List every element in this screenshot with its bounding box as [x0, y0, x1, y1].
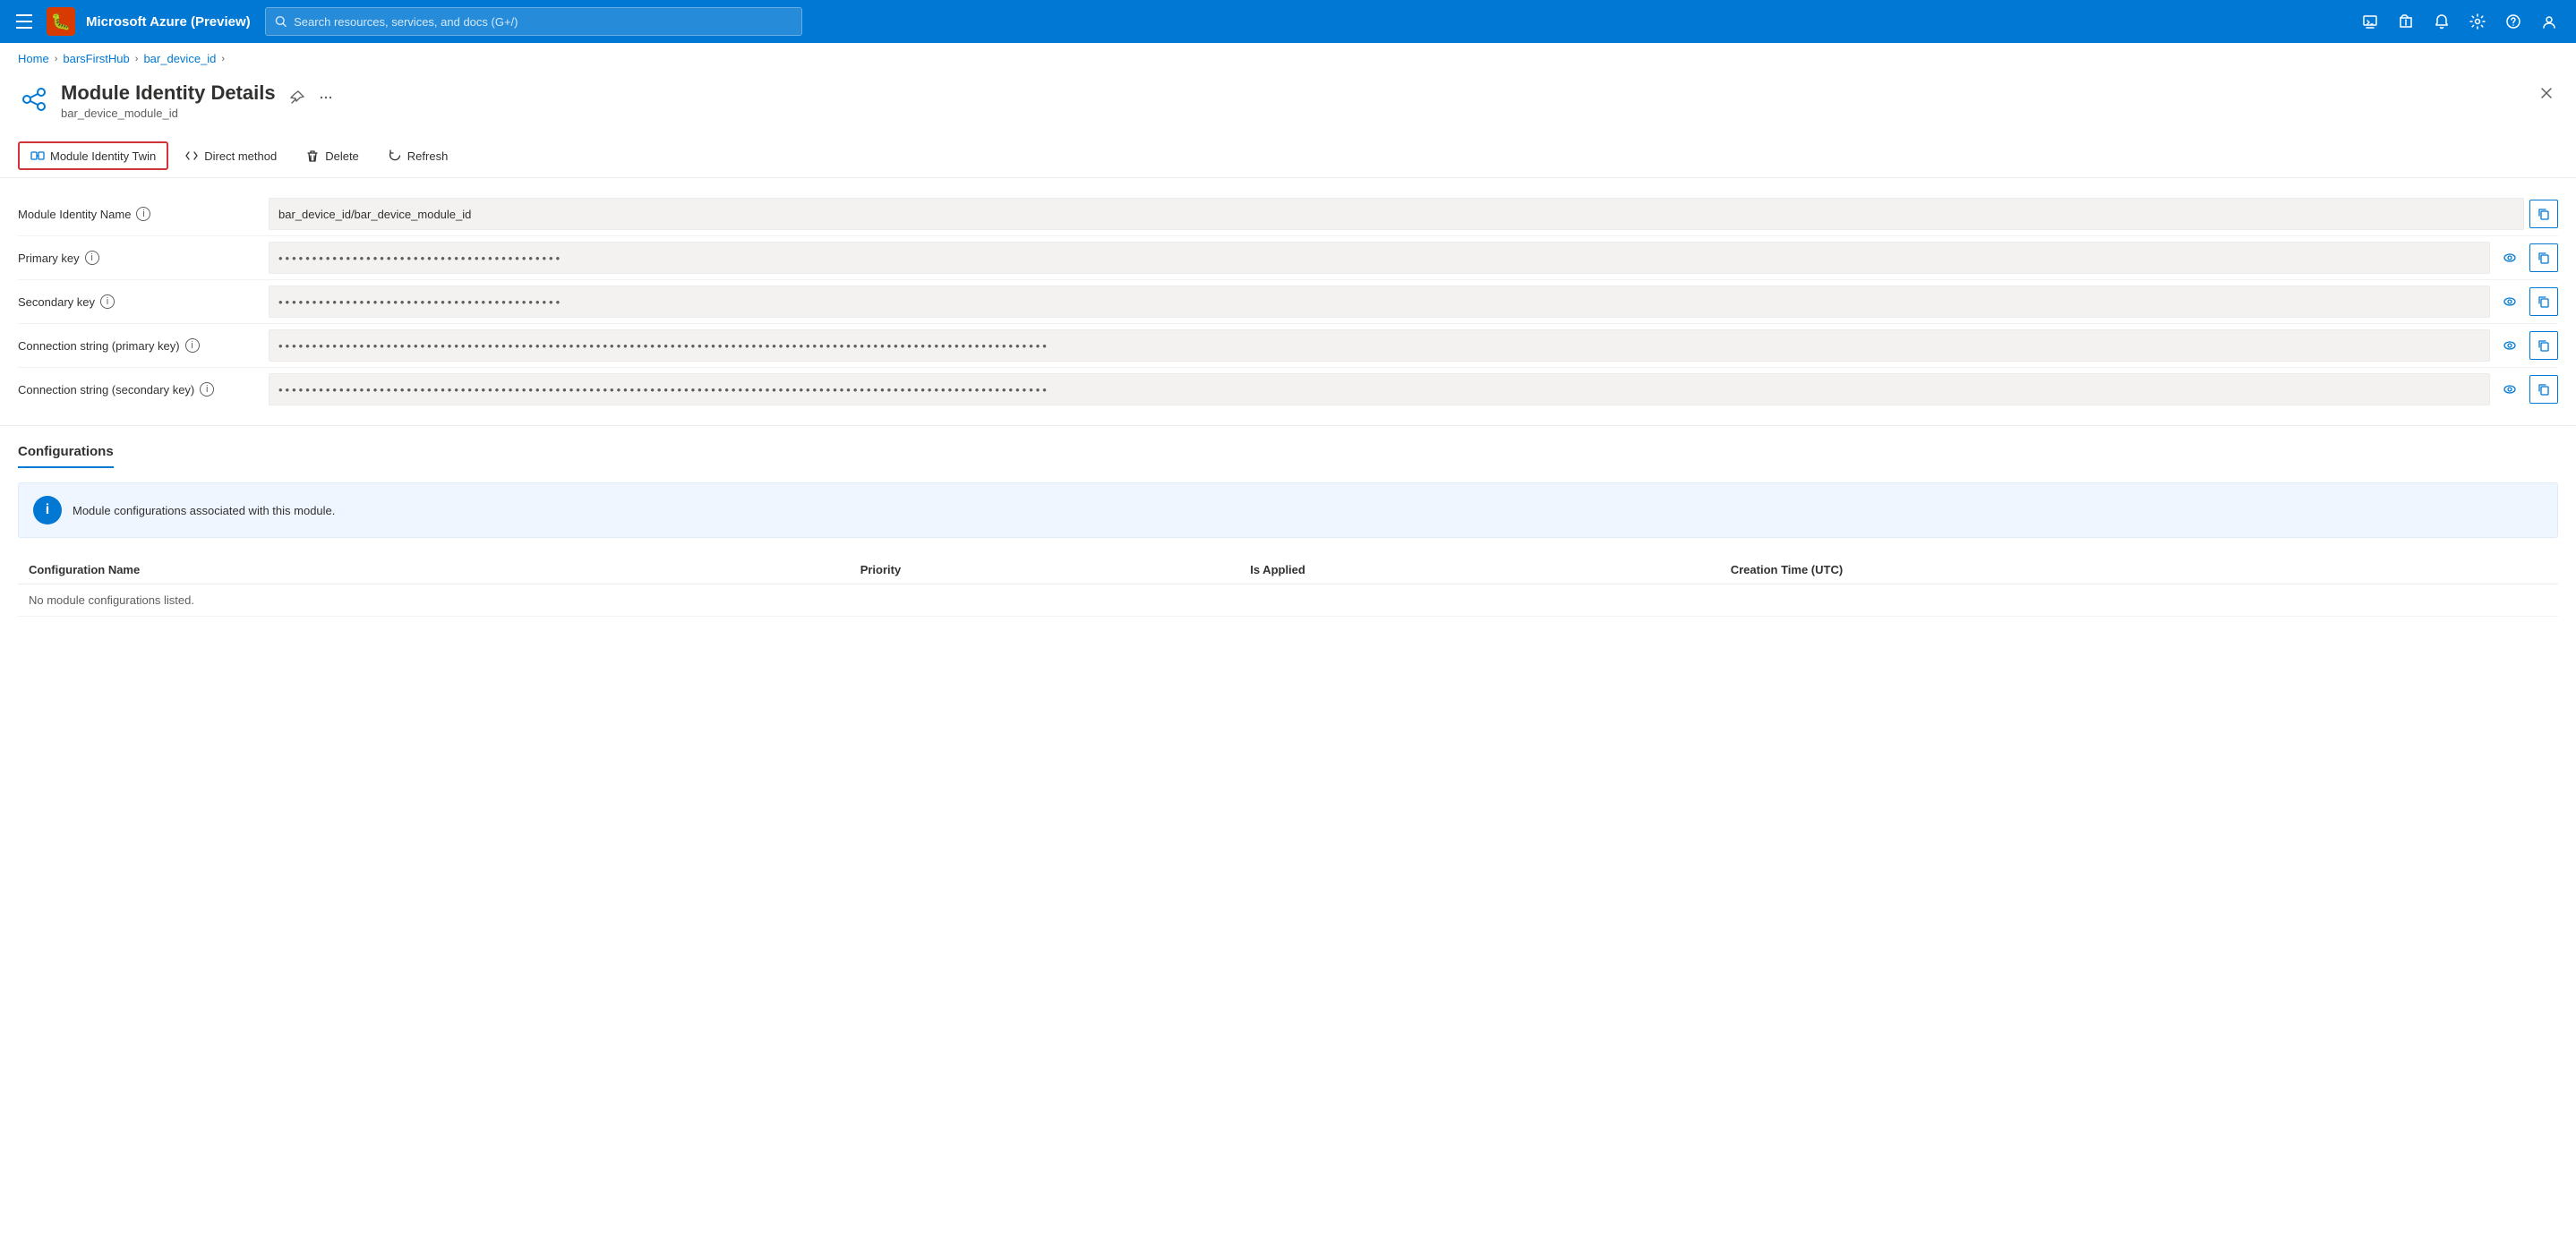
module-identity-name-value-wrapper	[269, 198, 2558, 230]
breadcrumb-sep-1: ›	[55, 54, 58, 64]
page-header-text: Module Identity Details bar_device_modul…	[61, 81, 276, 120]
connection-string-primary-label: Connection string (primary key) i	[18, 338, 269, 353]
col-header-is-applied: Is Applied	[1239, 556, 1720, 584]
breadcrumb-home[interactable]: Home	[18, 52, 49, 65]
configurations-section: Configurations i Module configurations a…	[0, 426, 2576, 635]
main-content: Home › barsFirstHub › bar_device_id › Mo…	[0, 43, 2576, 1245]
table-header-row: Configuration Name Priority Is Applied C…	[18, 556, 2558, 584]
delete-button[interactable]: Delete	[293, 141, 372, 170]
connection-string-primary-info[interactable]: i	[185, 338, 200, 353]
connection-string-primary-value-wrapper	[269, 329, 2558, 362]
secondary-key-label: Secondary key i	[18, 294, 269, 309]
settings-icon[interactable]	[2461, 5, 2494, 38]
connection-string-secondary-row: Connection string (secondary key) i	[18, 368, 2558, 411]
breadcrumb-hub[interactable]: barsFirstHub	[63, 52, 129, 65]
primary-key-row: Primary key i	[18, 236, 2558, 280]
notification-icon[interactable]	[2426, 5, 2458, 38]
secondary-key-input[interactable]	[269, 286, 2490, 318]
connection-string-primary-input[interactable]	[269, 329, 2490, 362]
connection-string-secondary-value-wrapper	[269, 373, 2558, 405]
module-identity-name-input[interactable]	[269, 198, 2524, 230]
connection-string-primary-eye-button[interactable]	[2495, 331, 2524, 360]
secondary-key-row: Secondary key i	[18, 280, 2558, 324]
connection-string-secondary-copy-button[interactable]	[2529, 375, 2558, 404]
directory-icon[interactable]	[2390, 5, 2422, 38]
page-header: Module Identity Details bar_device_modul…	[0, 74, 2576, 134]
primary-key-eye-button[interactable]	[2495, 243, 2524, 272]
account-icon[interactable]	[2533, 5, 2565, 38]
module-identity-name-copy-button[interactable]	[2529, 200, 2558, 228]
breadcrumb-sep-2: ›	[135, 54, 139, 64]
page-header-left: Module Identity Details bar_device_modul…	[18, 81, 337, 120]
refresh-button[interactable]: Refresh	[375, 141, 461, 170]
cloud-shell-icon[interactable]	[2354, 5, 2386, 38]
more-options-button[interactable]	[315, 87, 337, 108]
module-identity-icon	[18, 83, 50, 115]
module-identity-name-info[interactable]: i	[136, 207, 150, 221]
module-identity-twin-button[interactable]: Module Identity Twin	[18, 141, 168, 170]
page-header-actions	[287, 87, 337, 108]
connection-string-secondary-label: Connection string (secondary key) i	[18, 382, 269, 397]
configurations-title: Configurations	[18, 444, 114, 468]
breadcrumb-sep-3: ›	[221, 54, 225, 64]
secondary-key-value-wrapper	[269, 286, 2558, 318]
secondary-key-info[interactable]: i	[100, 294, 115, 309]
table-empty-row: No module configurations listed.	[18, 584, 2558, 617]
hamburger-menu[interactable]	[11, 7, 39, 36]
module-identity-name-label: Module Identity Name i	[18, 207, 269, 221]
refresh-icon	[388, 149, 402, 163]
module-identity-name-row: Module Identity Name i	[18, 192, 2558, 236]
brand-label: Microsoft Azure (Preview)	[86, 14, 251, 30]
configurations-table: Configuration Name Priority Is Applied C…	[18, 556, 2558, 617]
pin-button[interactable]	[287, 87, 308, 108]
search-icon	[275, 15, 287, 28]
no-data-message: No module configurations listed.	[18, 584, 2558, 617]
secondary-key-eye-button[interactable]	[2495, 287, 2524, 316]
search-bar[interactable]	[265, 7, 802, 36]
page-title: Module Identity Details	[61, 81, 276, 105]
info-banner: i Module configurations associated with …	[18, 482, 2558, 538]
info-message: Module configurations associated with th…	[73, 504, 335, 517]
connection-string-secondary-input[interactable]	[269, 373, 2490, 405]
breadcrumb: Home › barsFirstHub › bar_device_id ›	[0, 43, 2576, 74]
breadcrumb-device[interactable]: bar_device_id	[143, 52, 216, 65]
help-icon[interactable]	[2497, 5, 2529, 38]
connection-string-secondary-info[interactable]: i	[200, 382, 214, 397]
connection-string-secondary-eye-button[interactable]	[2495, 375, 2524, 404]
connection-string-primary-copy-button[interactable]	[2529, 331, 2558, 360]
info-icon: i	[33, 496, 62, 524]
topbar: 🐛 Microsoft Azure (Preview)	[0, 0, 2576, 43]
close-button[interactable]	[2535, 81, 2558, 109]
col-header-creation-time: Creation Time (UTC)	[1720, 556, 2558, 584]
fields-section: Module Identity Name i Primary key i	[0, 178, 2576, 426]
primary-key-info[interactable]: i	[85, 251, 99, 265]
primary-key-copy-button[interactable]	[2529, 243, 2558, 272]
connection-string-primary-row: Connection string (primary key) i	[18, 324, 2558, 368]
direct-method-button[interactable]: Direct method	[172, 141, 289, 170]
col-header-config-name: Configuration Name	[18, 556, 850, 584]
col-header-priority: Priority	[850, 556, 1240, 584]
topbar-icons	[2354, 5, 2565, 38]
primary-key-label: Primary key i	[18, 251, 269, 265]
delete-icon	[305, 149, 320, 163]
secondary-key-copy-button[interactable]	[2529, 287, 2558, 316]
page-subtitle: bar_device_module_id	[61, 107, 276, 120]
primary-key-input[interactable]	[269, 242, 2490, 274]
primary-key-value-wrapper	[269, 242, 2558, 274]
twin-icon	[30, 149, 45, 163]
code-icon	[184, 149, 199, 163]
search-input[interactable]	[294, 15, 792, 29]
toolbar: Module Identity Twin Direct method Delet…	[0, 134, 2576, 178]
azure-bug-icon: 🐛	[47, 7, 75, 36]
